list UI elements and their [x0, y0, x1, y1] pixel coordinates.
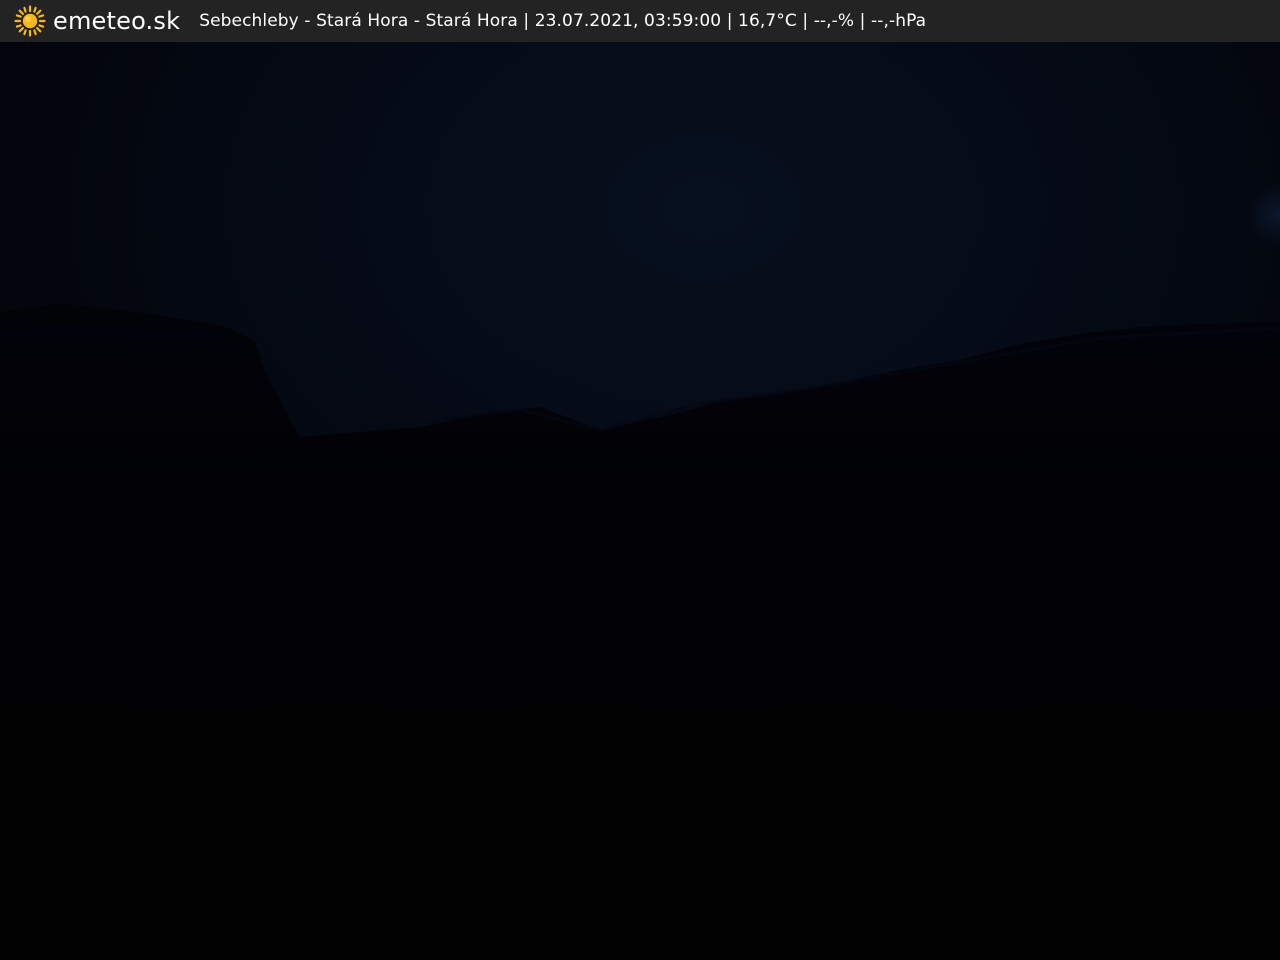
sun-icon [14, 5, 46, 37]
webcam-frame: emeteo.sk Sebechleby - Stará Hora - Star… [0, 0, 1280, 960]
brand-name: emeteo.sk [53, 7, 181, 35]
webcam-image [0, 42, 1280, 960]
brand-logo: emeteo.sk [14, 0, 180, 42]
webcam-caption: Sebechleby - Stará Hora - Stará Hora | 2… [199, 11, 927, 31]
header-bar: emeteo.sk Sebechleby - Stará Hora - Star… [0, 0, 1280, 42]
